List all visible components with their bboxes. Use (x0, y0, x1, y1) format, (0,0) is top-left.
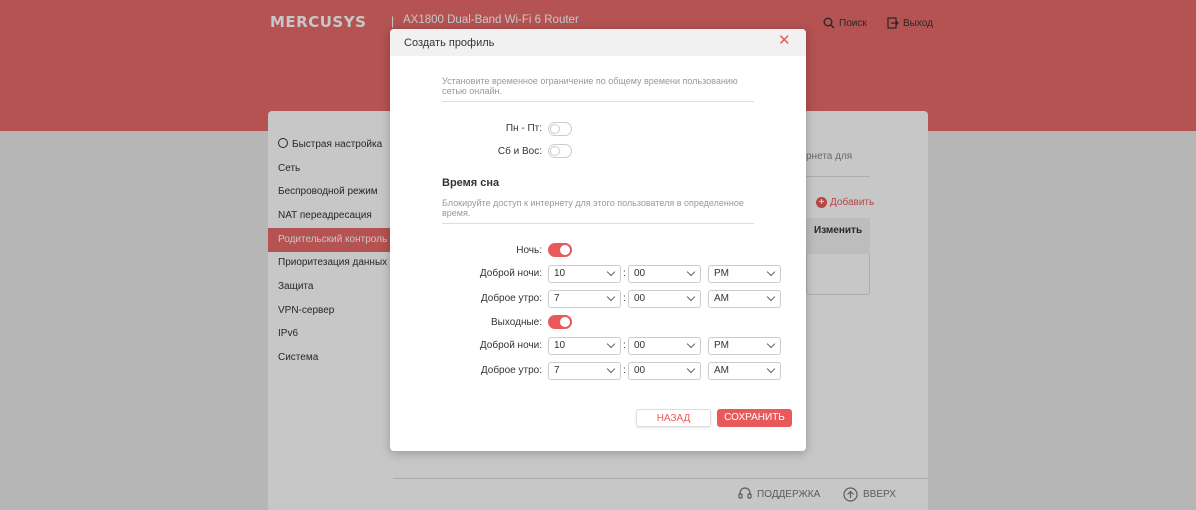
night-goodmorning-hour-select[interactable]: 7 (548, 290, 621, 308)
time-colon: : (623, 268, 626, 279)
time-limit-hint: Установите временное ограничение по обще… (442, 76, 738, 96)
chevron-down-icon (766, 292, 776, 302)
night-goodnight-hour-select[interactable]: 10 (548, 265, 621, 283)
night-toggle[interactable] (548, 243, 572, 257)
night-goodnight-label: Доброй ночи: (479, 268, 542, 279)
night-goodmorning-ampm-select[interactable]: AM (708, 290, 781, 308)
weekdays-label: Пн - Пт: (505, 123, 542, 134)
select-value: PM (714, 268, 729, 279)
sleep-hint: Блокируйте доступ к интернету для этого … (442, 198, 744, 218)
night-goodnight-minute-select[interactable]: 00 (628, 265, 701, 283)
select-value: 00 (634, 365, 646, 376)
back-button[interactable]: НАЗАД (636, 409, 711, 427)
chevron-down-icon (606, 292, 616, 302)
chevron-down-icon (606, 339, 616, 349)
close-icon[interactable]: ✕ (778, 33, 791, 48)
select-value: 00 (634, 268, 646, 279)
create-profile-dialog: Создать профиль ✕ Установите временное о… (390, 29, 806, 451)
sleep-time-title: Время сна (442, 177, 500, 189)
weekend-goodnight-minute-select[interactable]: 00 (628, 337, 701, 355)
select-value: 10 (554, 268, 566, 279)
chevron-down-icon (686, 364, 696, 374)
select-value: PM (714, 340, 729, 351)
toggle-knob (560, 245, 570, 255)
chevron-down-icon (686, 292, 696, 302)
weekend-goodnight-hour-select[interactable]: 10 (548, 337, 621, 355)
weekend-goodnight-ampm-select[interactable]: PM (708, 337, 781, 355)
weekend-goodmorning-minute-select[interactable]: 00 (628, 362, 701, 380)
toggle-knob (550, 124, 560, 134)
chevron-down-icon (686, 339, 696, 349)
weekend-goodmorning-ampm-select[interactable]: AM (708, 362, 781, 380)
chevron-down-icon (606, 364, 616, 374)
toggle-knob (550, 146, 560, 156)
chevron-down-icon (686, 267, 696, 277)
chevron-down-icon (766, 339, 776, 349)
chevron-down-icon (606, 267, 616, 277)
save-button[interactable]: СОХРАНИТЬ (717, 409, 792, 427)
weekend-goodnight-label: Доброй ночи: (479, 340, 542, 351)
night-goodnight-ampm-select[interactable]: PM (708, 265, 781, 283)
time-colon: : (623, 365, 626, 376)
weekend-goodmorning-label: Доброе утро: (480, 365, 542, 376)
dialog-title: Создать профиль (404, 37, 495, 49)
night-goodmorning-label: Доброе утро: (480, 293, 542, 304)
weekdays-toggle[interactable] (548, 122, 572, 136)
toggle-knob (560, 317, 570, 327)
select-value: 7 (554, 293, 560, 304)
select-value: AM (714, 293, 729, 304)
sleep-hint-divider (442, 223, 754, 224)
chevron-down-icon (766, 267, 776, 277)
weekend-toggle[interactable] (548, 144, 572, 158)
weekend-sleep-toggle[interactable] (548, 315, 572, 329)
select-value: AM (714, 365, 729, 376)
hint-divider (442, 101, 754, 102)
time-colon: : (623, 340, 626, 351)
night-goodmorning-minute-select[interactable]: 00 (628, 290, 701, 308)
select-value: 10 (554, 340, 566, 351)
weekend-label: Сб и Вос: (497, 146, 542, 157)
select-value: 00 (634, 293, 646, 304)
night-label: Ночь: (516, 245, 542, 256)
weekend-days-label: Выходные: (491, 317, 542, 328)
select-value: 7 (554, 365, 560, 376)
dialog-header: Создать профиль ✕ (390, 29, 806, 56)
weekend-goodmorning-hour-select[interactable]: 7 (548, 362, 621, 380)
chevron-down-icon (766, 364, 776, 374)
select-value: 00 (634, 340, 646, 351)
time-colon: : (623, 293, 626, 304)
